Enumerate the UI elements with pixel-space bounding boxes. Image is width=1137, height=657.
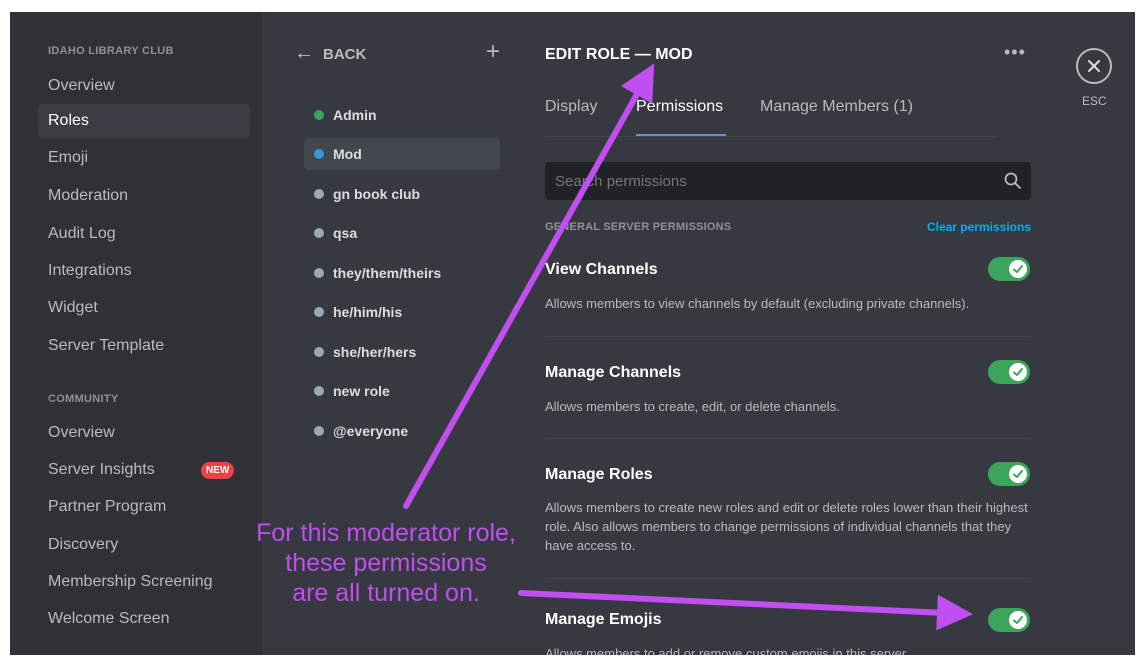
annotation-line: are all turned on. <box>292 579 480 607</box>
annotation-arrows <box>403 63 973 631</box>
annotation-line: For this moderator role, <box>256 519 516 547</box>
settings-window: IDAHO LIBRARY CLUB Overview Roles Emoji … <box>10 12 1135 655</box>
annotation-text: For this moderator role, these permissio… <box>228 518 544 608</box>
annotation-arrow-right <box>518 590 973 631</box>
annotation-arrow-up <box>403 63 655 509</box>
annotation-line: these permissions <box>285 549 487 577</box>
